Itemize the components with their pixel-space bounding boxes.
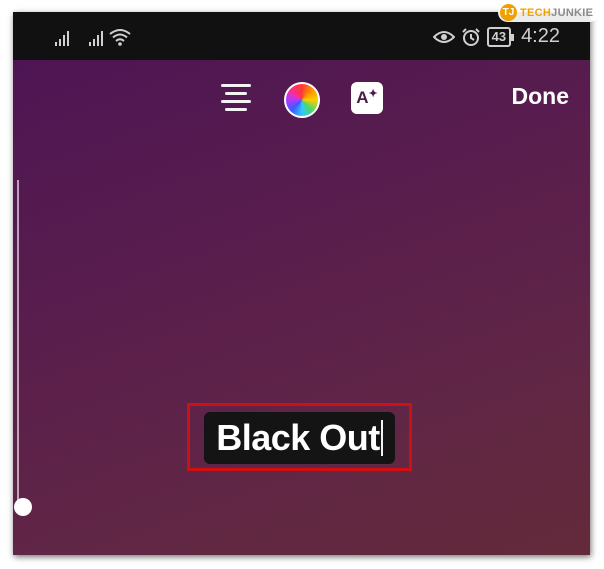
signal-icon xyxy=(55,30,69,46)
align-center-icon[interactable] xyxy=(221,84,251,112)
text-effects-icon[interactable]: A ✦ xyxy=(351,82,383,114)
text-size-slider[interactable] xyxy=(14,180,32,516)
signal-icon-2 xyxy=(89,30,103,46)
watermark-text: TECHJUNKIE xyxy=(520,6,594,19)
alarm-icon xyxy=(461,27,480,46)
text-cursor xyxy=(380,420,383,456)
done-button[interactable]: Done xyxy=(512,83,570,110)
text-input-pill[interactable]: Black Out xyxy=(204,412,395,464)
text-size-slider-handle[interactable] xyxy=(14,498,32,516)
color-wheel-icon[interactable] xyxy=(284,82,320,118)
wifi-icon xyxy=(109,29,131,46)
signal-indicators xyxy=(55,28,131,46)
sparkle-icon: ✦ xyxy=(368,87,378,100)
eye-icon xyxy=(432,30,455,43)
story-text[interactable]: Black Out xyxy=(216,417,380,459)
status-right: 43 4:22 xyxy=(432,25,560,48)
highlight-annotation: Black Out xyxy=(187,403,412,471)
phone-screen: 43 4:22 A ✦ Done Black Out xyxy=(13,12,590,555)
text-effects-label: A xyxy=(356,88,369,107)
techjunkie-logo: TJ xyxy=(500,4,517,21)
story-text-editor[interactable]: A ✦ Done Black Out xyxy=(13,60,590,555)
techjunkie-watermark: TJ TECHJUNKIE xyxy=(498,3,600,22)
battery-indicator: 43 xyxy=(486,26,515,47)
clock: 4:22 xyxy=(521,25,560,47)
